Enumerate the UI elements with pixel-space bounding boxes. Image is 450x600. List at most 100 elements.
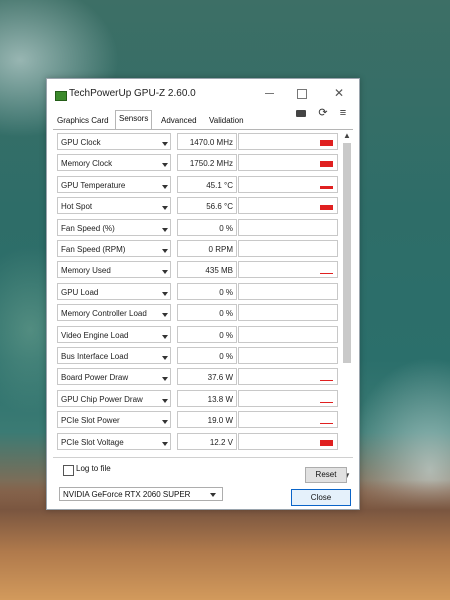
sensor-graph-bar bbox=[320, 273, 333, 275]
sensor-row: Fan Speed (RPM) 0 RPM bbox=[57, 238, 339, 258]
chevron-down-icon[interactable] bbox=[162, 313, 168, 318]
sensor-value: 0 % bbox=[177, 325, 237, 343]
tab-sensors[interactable]: Sensors bbox=[115, 110, 153, 129]
sensor-value: 1750.2 MHz bbox=[177, 154, 237, 172]
sensor-name: PCIe Slot Power bbox=[61, 416, 120, 426]
sensor-value: 0 % bbox=[177, 282, 237, 300]
chevron-down-icon[interactable] bbox=[162, 142, 168, 146]
tab-graphics-card[interactable]: Graphics Card bbox=[53, 112, 113, 130]
chevron-down-icon[interactable] bbox=[162, 270, 168, 275]
tab-advanced[interactable]: Advanced bbox=[157, 112, 201, 130]
sensor-row: GPU Clock 1470.0 MHz bbox=[57, 131, 339, 151]
sensor-row: GPU Chip Power Draw 13.8 W bbox=[57, 388, 339, 408]
sensor-graph-bar bbox=[320, 161, 333, 168]
sensor-graph bbox=[238, 197, 338, 215]
sensor-name: GPU Temperature bbox=[61, 180, 126, 190]
menu-icon[interactable]: ≡ bbox=[337, 107, 349, 119]
sensor-name-dropdown[interactable]: Hot Spot bbox=[57, 197, 171, 215]
sensor-value: 19.0 W bbox=[177, 411, 237, 429]
chevron-down-icon[interactable] bbox=[162, 227, 168, 232]
sensor-name-dropdown[interactable]: GPU Chip Power Draw bbox=[57, 389, 171, 407]
sensor-name-dropdown[interactable]: GPU Load bbox=[57, 282, 171, 300]
sensor-graph bbox=[238, 411, 338, 429]
chevron-down-icon[interactable] bbox=[162, 334, 168, 339]
sensor-graph-bar bbox=[320, 439, 333, 446]
sensor-graph bbox=[238, 240, 338, 257]
minimize-icon[interactable] bbox=[261, 85, 277, 101]
sensor-graph-bar bbox=[320, 401, 333, 403]
camera-icon[interactable] bbox=[295, 107, 307, 119]
chevron-down-icon[interactable] bbox=[162, 420, 168, 425]
chevron-down-icon[interactable] bbox=[162, 184, 168, 189]
chevron-down-icon[interactable] bbox=[162, 356, 168, 360]
sensor-scrollbar[interactable]: ▲ ▼ bbox=[343, 131, 351, 483]
sensor-name: GPU Chip Power Draw bbox=[61, 394, 143, 404]
sensor-graph bbox=[238, 304, 338, 322]
reset-button[interactable]: Reset bbox=[305, 467, 347, 483]
sensor-name-dropdown[interactable]: Bus Interface Load bbox=[57, 347, 171, 364]
chevron-down-icon[interactable] bbox=[162, 249, 168, 253]
sensor-graph bbox=[238, 282, 338, 300]
sensor-value: 0 RPM bbox=[177, 240, 237, 257]
sensor-row: Board Power Draw 37.6 W bbox=[57, 366, 339, 386]
gpu-select-value: NVIDIA GeForce RTX 2060 SUPER bbox=[63, 490, 191, 499]
sensor-value: 0 % bbox=[177, 304, 237, 322]
sensor-name: Board Power Draw bbox=[61, 373, 129, 383]
tab-validation[interactable]: Validation bbox=[205, 112, 248, 130]
sensor-name-dropdown[interactable]: Board Power Draw bbox=[57, 368, 171, 386]
log-to-file-checkbox[interactable] bbox=[63, 465, 74, 476]
title-bar[interactable]: TechPowerUp GPU-Z 2.60.0 ✕ bbox=[47, 79, 359, 109]
sensor-graph bbox=[238, 389, 338, 407]
sensor-row: Video Engine Load 0 % bbox=[57, 324, 339, 344]
sensor-value: 0 % bbox=[177, 347, 237, 364]
sensor-name-dropdown[interactable]: PCIe Slot Power bbox=[57, 411, 171, 429]
maximize-icon[interactable] bbox=[294, 85, 310, 101]
sensor-row: GPU Temperature 45.1 °C bbox=[57, 174, 339, 194]
gpu-select[interactable]: NVIDIA GeForce RTX 2060 SUPER bbox=[59, 487, 223, 501]
sensor-row: Hot Spot 56.6 °C bbox=[57, 195, 339, 215]
sensor-name-dropdown[interactable]: Fan Speed (%) bbox=[57, 218, 171, 236]
sensor-value: 56.6 °C bbox=[177, 197, 237, 215]
sensor-value: 45.1 °C bbox=[177, 175, 237, 193]
chevron-down-icon[interactable] bbox=[162, 163, 168, 168]
sensor-name: Video Engine Load bbox=[61, 330, 129, 340]
refresh-icon[interactable]: ⟳ bbox=[317, 107, 329, 119]
scroll-thumb[interactable] bbox=[343, 143, 351, 363]
chevron-down-icon[interactable] bbox=[162, 377, 168, 382]
tab-divider bbox=[53, 129, 353, 130]
sensor-list: GPU Clock 1470.0 MHz Memory Clock 1750.2 MH… bbox=[57, 131, 350, 483]
scroll-up-icon[interactable]: ▲ bbox=[343, 131, 351, 140]
chevron-down-icon[interactable] bbox=[162, 441, 168, 446]
sensor-name-dropdown[interactable]: Memory Clock bbox=[57, 154, 171, 172]
sensor-name: Fan Speed (%) bbox=[61, 223, 115, 233]
chevron-down-icon[interactable] bbox=[162, 206, 168, 211]
sensor-name: GPU Clock bbox=[61, 138, 101, 147]
sensor-name-dropdown[interactable]: Memory Controller Load bbox=[57, 304, 171, 322]
sensor-row: Memory Used 435 MB bbox=[57, 259, 339, 279]
chevron-down-icon[interactable] bbox=[162, 291, 168, 296]
sensor-row: Fan Speed (%) 0 % bbox=[57, 217, 339, 237]
sensor-name-dropdown[interactable]: Video Engine Load bbox=[57, 325, 171, 343]
sensor-graph bbox=[238, 133, 338, 150]
tab-bar: Graphics Card Sensors Advanced Validatio… bbox=[53, 109, 293, 129]
sensor-name-dropdown[interactable]: GPU Clock bbox=[57, 133, 171, 150]
sensor-name-dropdown[interactable]: PCIe Slot Voltage bbox=[57, 432, 171, 450]
close-icon[interactable]: ✕ bbox=[331, 85, 347, 101]
chevron-down-icon[interactable] bbox=[162, 398, 168, 403]
sensor-name-dropdown[interactable]: Memory Used bbox=[57, 261, 171, 279]
sensor-graph bbox=[238, 432, 338, 450]
sensor-row: Memory Clock 1750.2 MHz bbox=[57, 152, 339, 172]
sensor-graph-bar bbox=[320, 185, 333, 189]
sensor-row: Memory Controller Load 0 % bbox=[57, 302, 339, 322]
sensor-name-dropdown[interactable]: GPU Temperature bbox=[57, 175, 171, 193]
sensor-value: 435 MB bbox=[177, 261, 237, 279]
sensor-row: PCIe Slot Power 19.0 W bbox=[57, 409, 339, 429]
close-button[interactable]: Close bbox=[291, 489, 351, 506]
chevron-down-icon[interactable] bbox=[210, 493, 216, 497]
sensor-value: 0 % bbox=[177, 218, 237, 236]
sensor-graph bbox=[238, 261, 338, 279]
sensor-name-dropdown[interactable]: Fan Speed (RPM) bbox=[57, 240, 171, 257]
sensor-graph bbox=[238, 175, 338, 193]
sensor-row: GPU Load 0 % bbox=[57, 281, 339, 301]
sensor-name: Fan Speed (RPM) bbox=[61, 245, 126, 254]
